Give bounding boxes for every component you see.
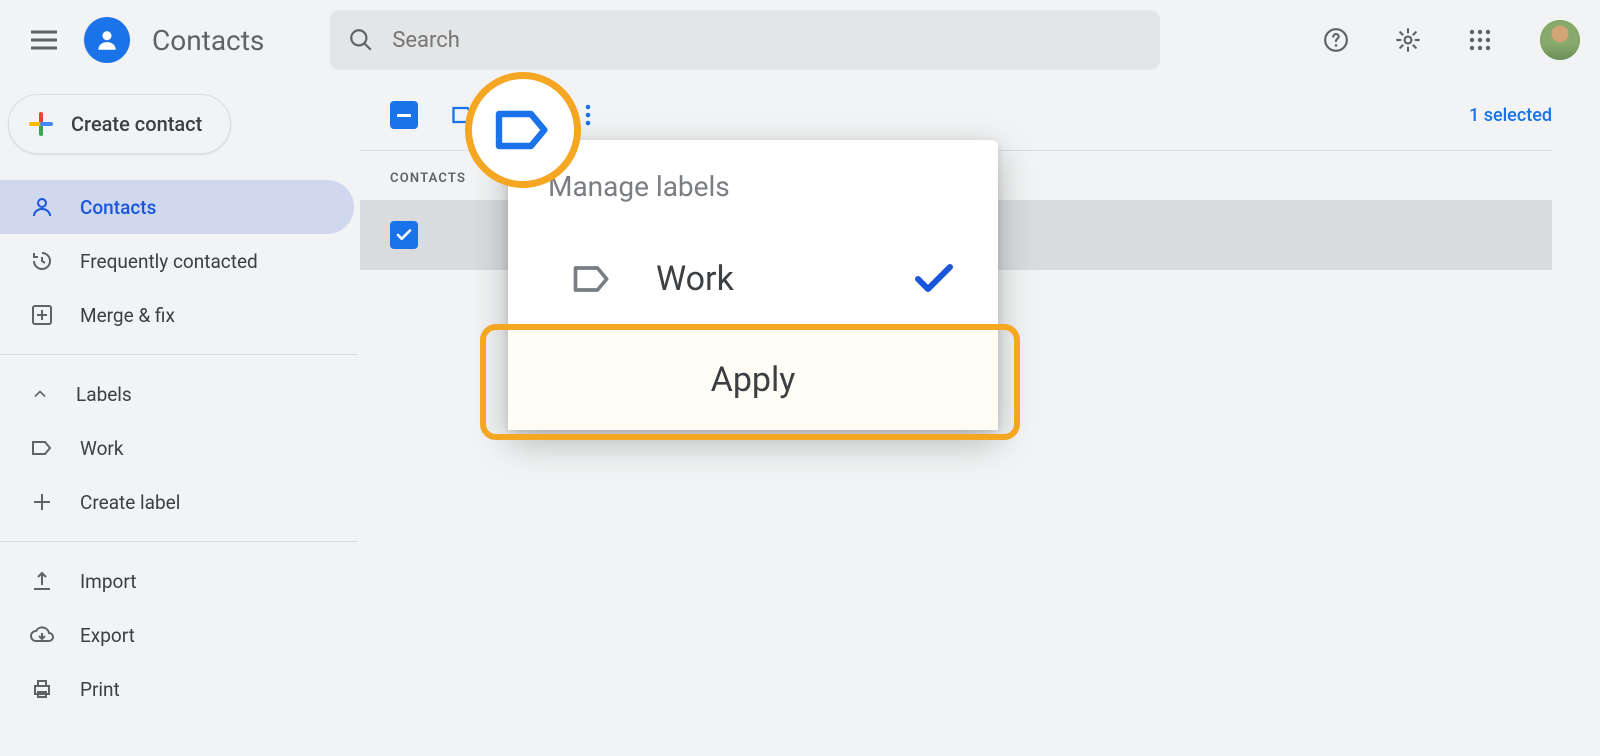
- help-icon: [1323, 27, 1349, 53]
- dropdown-apply-button[interactable]: Apply: [508, 330, 998, 430]
- check-icon: [910, 255, 958, 303]
- contact-row-checkbox[interactable]: [390, 221, 418, 249]
- apps-grid-icon: [1469, 29, 1491, 51]
- sidebar-export[interactable]: Export: [0, 608, 354, 662]
- person-icon: [94, 27, 120, 53]
- sidebar-item-merge-fix[interactable]: Merge & fix: [0, 288, 354, 342]
- cloud-download-icon: [30, 623, 54, 647]
- labels-header-text: Labels: [76, 383, 132, 406]
- create-contact-label: Create contact: [71, 112, 202, 136]
- sidebar-item-contacts[interactable]: Contacts: [0, 180, 354, 234]
- app-title: Contacts: [152, 24, 264, 57]
- sidebar-item-frequent[interactable]: Frequently contacted: [0, 234, 354, 288]
- create-contact-button[interactable]: Create contact: [8, 94, 231, 154]
- select-all-checkbox[interactable]: [390, 101, 418, 129]
- more-vert-icon: [585, 103, 591, 127]
- apps-button[interactable]: [1456, 16, 1504, 64]
- chevron-up-icon: [30, 384, 50, 404]
- main-menu-button[interactable]: [20, 16, 68, 64]
- person-outline-icon: [30, 195, 54, 219]
- search-icon: [348, 27, 374, 53]
- gear-icon: [1395, 27, 1421, 53]
- sidebar-item-label: Contacts: [80, 196, 156, 219]
- check-icon: [395, 226, 413, 244]
- search-input[interactable]: [392, 28, 1142, 53]
- sidebar-labels-header[interactable]: Labels: [0, 367, 354, 421]
- search-bar[interactable]: [330, 10, 1160, 70]
- app-logo-icon: [84, 17, 130, 63]
- history-icon: [30, 249, 54, 273]
- sidebar-print[interactable]: Print: [0, 662, 354, 716]
- sidebar-create-label-text: Create label: [80, 491, 180, 514]
- plus-icon: [30, 490, 54, 514]
- sidebar-print-label: Print: [80, 678, 120, 701]
- app-header: Contacts: [0, 0, 1600, 80]
- sidebar-item-label: Merge & fix: [80, 304, 175, 327]
- plus-multicolor-icon: [27, 110, 55, 138]
- dropdown-label-text: Work: [656, 259, 868, 299]
- sidebar: Create contact Contacts Frequently conta…: [0, 80, 360, 756]
- sidebar-import-label: Import: [80, 570, 136, 593]
- sidebar-label-text: Work: [80, 437, 123, 460]
- sidebar-create-label[interactable]: Create label: [0, 475, 354, 529]
- settings-button[interactable]: [1384, 16, 1432, 64]
- label-outline-icon: [491, 98, 555, 162]
- tutorial-highlight-circle: [465, 72, 581, 188]
- sidebar-item-label: Frequently contacted: [80, 250, 258, 273]
- dropdown-title: Manage labels: [508, 140, 998, 229]
- sparkle-box-icon: [30, 303, 54, 327]
- upload-icon: [30, 569, 54, 593]
- sidebar-import[interactable]: Import: [0, 554, 354, 608]
- sidebar-export-label: Export: [80, 624, 135, 647]
- dropdown-label-item[interactable]: Work: [508, 229, 998, 329]
- label-outline-icon: [30, 436, 54, 460]
- sidebar-label-work[interactable]: Work: [0, 421, 354, 475]
- hamburger-icon: [31, 30, 57, 50]
- account-avatar[interactable]: [1540, 20, 1580, 60]
- manage-labels-dropdown: Manage labels Work Apply: [508, 140, 998, 430]
- help-button[interactable]: [1312, 16, 1360, 64]
- print-icon: [30, 677, 54, 701]
- label-outline-icon: [570, 257, 614, 301]
- selected-count: 1 selected: [1469, 105, 1552, 126]
